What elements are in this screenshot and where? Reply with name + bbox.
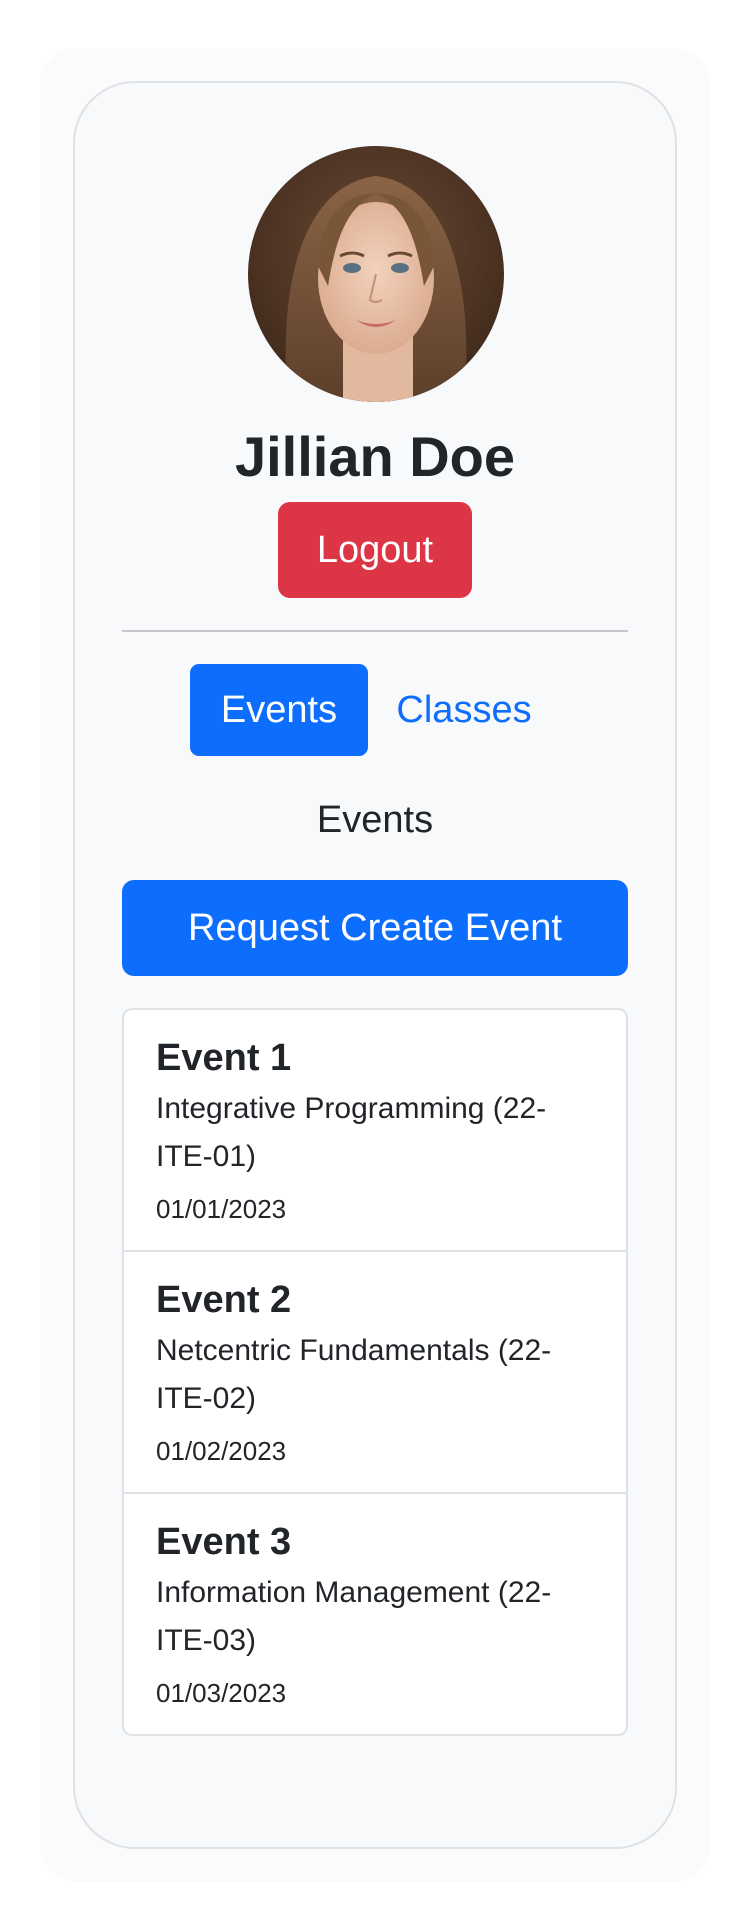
event-list-item[interactable]: Event 3 Information Management (22-ITE-0…: [124, 1492, 626, 1734]
event-date: 01/02/2023: [156, 1436, 287, 1466]
event-title: Event 2: [156, 1279, 292, 1321]
logout-button[interactable]: Logout: [278, 502, 472, 598]
event-date: 01/01/2023: [156, 1194, 287, 1224]
event-title: Event 3: [156, 1521, 292, 1563]
event-list: Event 1 Integrative Programming (22-ITE-…: [122, 1008, 628, 1736]
event-list-item[interactable]: Event 1 Integrative Programming (22-ITE-…: [124, 1010, 626, 1250]
avatar: [248, 146, 504, 402]
tab-classes[interactable]: Classes: [386, 664, 542, 756]
user-name: Jillian Doe: [234, 425, 516, 488]
event-title: Event 1: [156, 1037, 292, 1079]
event-class: Netcentric Fundamentals (22-ITE-02): [156, 1334, 552, 1415]
divider: [122, 630, 628, 632]
event-class: Integrative Programming (22-ITE-01): [156, 1092, 547, 1173]
event-class: Information Management (22-ITE-03): [156, 1576, 552, 1657]
section-title: Events: [316, 799, 434, 841]
request-create-event-button[interactable]: Request Create Event: [122, 880, 628, 976]
event-list-item[interactable]: Event 2 Netcentric Fundamentals (22-ITE-…: [124, 1250, 626, 1492]
tab-events[interactable]: Events: [190, 664, 368, 756]
event-date: 01/03/2023: [156, 1678, 287, 1708]
avatar-photo: [248, 146, 504, 402]
